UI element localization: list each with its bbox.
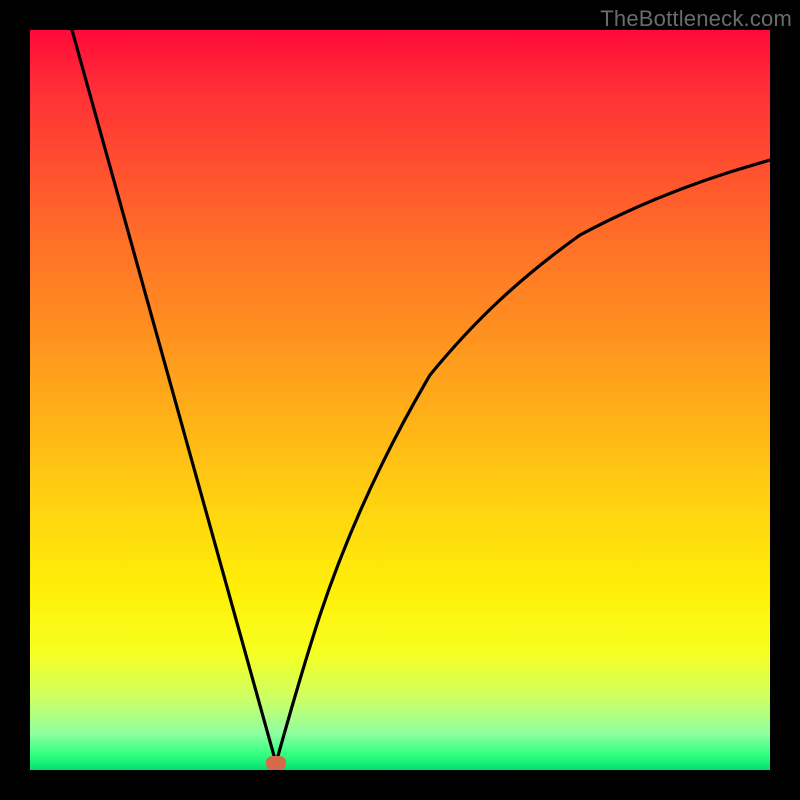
curve-path (72, 30, 770, 763)
optimum-marker (266, 756, 286, 770)
watermark-text: TheBottleneck.com (600, 6, 792, 32)
bottleneck-curve (30, 30, 770, 770)
chart-frame (30, 30, 770, 770)
